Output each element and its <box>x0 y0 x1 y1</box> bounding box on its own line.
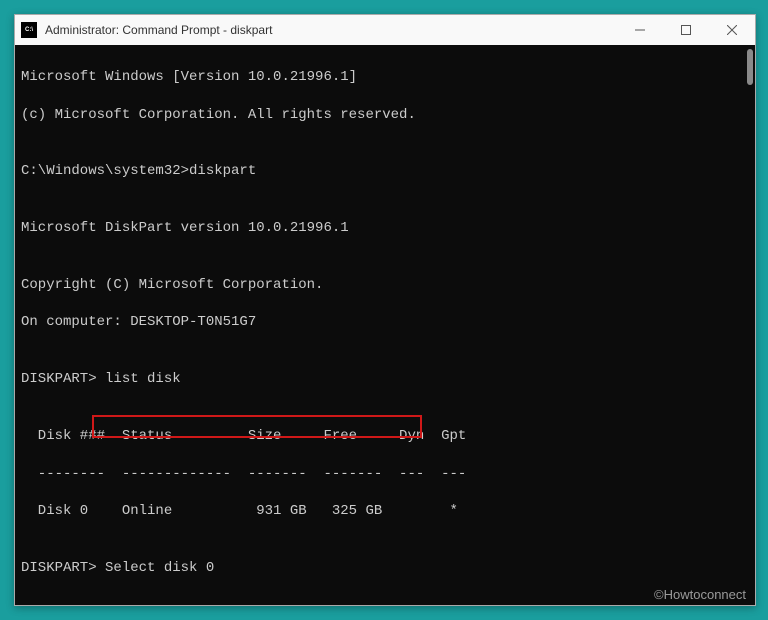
table-header: Disk ### Status Size Free Dyn Gpt <box>21 427 749 446</box>
output-line: Microsoft DiskPart version 10.0.21996.1 <box>21 219 749 238</box>
maximize-button[interactable] <box>663 15 709 45</box>
table-divider: -------- ------------- ------- ------- -… <box>21 465 749 484</box>
terminal-output[interactable]: Microsoft Windows [Version 10.0.21996.1]… <box>15 45 755 605</box>
output-line: C:\Windows\system32>diskpart <box>21 162 749 181</box>
window-title: Administrator: Command Prompt - diskpart <box>45 23 617 37</box>
output-line: Copyright (C) Microsoft Corporation. <box>21 276 749 295</box>
scrollbar-thumb[interactable] <box>747 49 753 85</box>
output-line: DISKPART> Select disk 0 <box>21 559 749 578</box>
output-line: (c) Microsoft Corporation. All rights re… <box>21 106 749 125</box>
command-prompt-window: C:\ Administrator: Command Prompt - disk… <box>14 14 756 606</box>
output-line: On computer: DESKTOP-T0N51G7 <box>21 313 749 332</box>
window-controls <box>617 15 755 45</box>
titlebar[interactable]: C:\ Administrator: Command Prompt - disk… <box>15 15 755 45</box>
output-line: DISKPART> list disk <box>21 370 749 389</box>
table-row: Disk 0 Online 931 GB 325 GB * <box>21 502 749 521</box>
app-icon: C:\ <box>21 22 37 38</box>
close-button[interactable] <box>709 15 755 45</box>
minimize-button[interactable] <box>617 15 663 45</box>
output-line: Microsoft Windows [Version 10.0.21996.1] <box>21 68 749 87</box>
